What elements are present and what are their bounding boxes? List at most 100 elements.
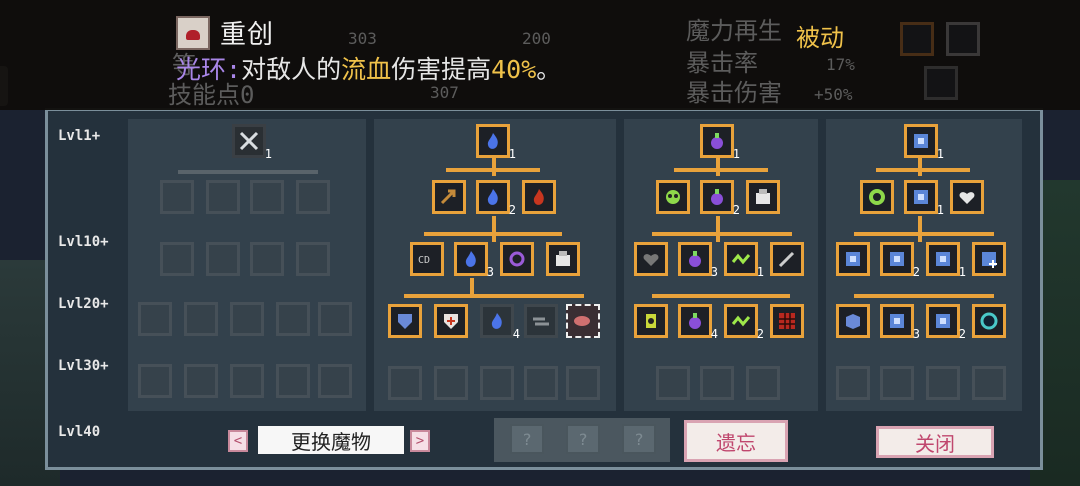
skill-slot-col1[interactable] <box>296 242 330 276</box>
tree-connector <box>492 216 496 242</box>
skill-slot-blue-armor-6[interactable]: 3 <box>880 304 920 341</box>
skill-slot-col1[interactable] <box>206 180 240 214</box>
skill-slot-teal-orb[interactable] <box>972 304 1006 338</box>
skill-slot-col1[interactable] <box>250 242 284 276</box>
skill-slot-blue-flame[interactable]: 1 <box>476 124 516 161</box>
skill-slot-heart[interactable] <box>634 242 668 276</box>
skill-tree-panel <box>45 108 1043 470</box>
skill-slot-purple-potion[interactable]: 1 <box>700 124 740 161</box>
skill-slot-blue-armor-4[interactable]: 2 <box>880 242 920 279</box>
skill-slot-col1[interactable] <box>206 242 240 276</box>
shield-cross-icon <box>444 314 458 329</box>
skill-slot-col1[interactable] <box>276 364 310 398</box>
skill-slot-col1[interactable] <box>184 302 218 336</box>
skill-slot-heart-armor[interactable] <box>950 180 984 214</box>
skill-slot-col3-locked[interactable] <box>700 366 734 400</box>
skill-slot-col2-locked[interactable] <box>566 366 600 400</box>
skill-slot-gear[interactable] <box>500 242 534 276</box>
skill-slot-blue-armor-2[interactable]: 1 <box>904 180 944 217</box>
slot-count: 1 <box>508 147 516 161</box>
skill-slot-red-grid[interactable] <box>770 304 804 338</box>
skill-slot-heavy-wound-selected[interactable] <box>566 304 600 338</box>
close-button[interactable]: 关闭 <box>876 426 994 458</box>
skill-header: 重创 <box>176 14 274 51</box>
skill-slot-shield-red[interactable] <box>434 304 468 338</box>
skill-slot-col2-locked[interactable] <box>524 366 558 400</box>
skill-slot-green-skull[interactable] <box>656 180 690 214</box>
skill-slot-sword[interactable] <box>770 242 804 276</box>
skill-slot-shield-blue[interactable] <box>388 304 422 338</box>
shield-icon <box>398 314 412 329</box>
orb-icon <box>980 312 998 330</box>
skill-slot-fire[interactable] <box>522 180 556 214</box>
skill-slot-col1-top[interactable]: 1 <box>232 124 272 161</box>
blue-armor-icon <box>936 252 950 266</box>
unknown-slot[interactable]: ? <box>510 424 544 454</box>
skill-slot-purple-potion-4[interactable]: 4 <box>678 304 718 341</box>
skill-slot-green-wave-2[interactable]: 2 <box>724 304 764 341</box>
potion-icon <box>711 133 723 149</box>
skill-slot-col1[interactable] <box>230 364 264 398</box>
skill-slot-col4-locked[interactable] <box>926 366 960 400</box>
skill-slot-col4-locked[interactable] <box>972 366 1006 400</box>
skill-slot-purple-potion-3[interactable]: 3 <box>678 242 718 279</box>
ghost-equip-slot-1 <box>900 22 934 56</box>
skill-slot-col4-locked[interactable] <box>836 366 870 400</box>
ghost-crit-rate: 暴击率 <box>686 49 758 77</box>
sword-icon <box>778 251 795 268</box>
skill-slot-armor-2[interactable] <box>746 180 780 214</box>
forget-button[interactable]: 遗忘 <box>684 420 788 462</box>
skill-slot-col1[interactable] <box>318 302 352 336</box>
skill-slot-col2-locked[interactable] <box>388 366 422 400</box>
skill-slot-col1[interactable] <box>184 364 218 398</box>
skill-slot-blue-armor-7[interactable]: 2 <box>926 304 966 341</box>
skill-slot-attack-up[interactable] <box>432 180 466 214</box>
skill-slot-col4-locked[interactable] <box>880 366 914 400</box>
skill-slot-col2-locked[interactable] <box>434 366 468 400</box>
skill-slot-green-wave[interactable]: 1 <box>724 242 764 279</box>
gear-icon <box>509 251 525 267</box>
skill-slot-col1[interactable] <box>138 302 172 336</box>
blue-flame-icon <box>487 189 498 205</box>
prev-monster-button[interactable]: < <box>228 430 248 452</box>
blue-armor-icon <box>846 252 860 266</box>
blue-flame-icon <box>465 251 476 267</box>
ghost-stat-num-2: 200 <box>522 29 551 48</box>
skill-slot-col1[interactable] <box>296 180 330 214</box>
skill-slot-col1[interactable] <box>138 364 172 398</box>
skill-slot-blue-flame-2[interactable]: 2 <box>476 180 516 217</box>
swap-monster-label[interactable]: 更换魔物 <box>258 426 404 454</box>
skill-slot-col1[interactable] <box>318 364 352 398</box>
skill-slot-blue-book[interactable] <box>836 304 870 338</box>
skill-slot-cooldown[interactable]: CD <box>410 242 444 276</box>
skill-slot-col2-locked[interactable] <box>480 366 514 400</box>
skill-slot-blue-armor-3[interactable] <box>836 242 870 276</box>
skill-slot-col3-locked[interactable] <box>746 366 780 400</box>
skill-slot-totem[interactable] <box>634 304 668 338</box>
skill-slot-col1[interactable] <box>250 180 284 214</box>
skill-slot-col1[interactable] <box>276 302 310 336</box>
skill-slot-purple-potion-2[interactable]: 2 <box>700 180 740 217</box>
tree-connector <box>492 158 496 176</box>
skill-slot-col1[interactable] <box>160 180 194 214</box>
skill-slot-wind[interactable] <box>524 304 558 338</box>
slot-count: 4 <box>710 327 718 341</box>
skill-slot-armor[interactable] <box>546 242 580 276</box>
skill-slot-col1[interactable] <box>160 242 194 276</box>
skill-slot-col1[interactable] <box>230 302 264 336</box>
ghost-mana-regen: 魔力再生 <box>686 17 782 45</box>
skill-slot-col3-locked[interactable] <box>656 366 690 400</box>
blue-armor-icon <box>914 190 928 204</box>
tree-connector <box>918 216 922 242</box>
skill-slot-blue-flame-3[interactable]: 3 <box>454 242 494 279</box>
skill-slot-blue-armor-5[interactable]: 1 <box>926 242 966 279</box>
next-monster-button[interactable]: > <box>410 430 430 452</box>
slot-count: 1 <box>732 147 740 161</box>
ghost-stat-num-1: 303 <box>348 29 377 48</box>
unknown-slot[interactable]: ? <box>622 424 656 454</box>
skill-slot-blue-armor-plus[interactable] <box>972 242 1006 276</box>
unknown-slot[interactable]: ? <box>566 424 600 454</box>
skill-slot-green-ring[interactable] <box>860 180 894 214</box>
skill-slot-blue-flame-locked[interactable]: 4 <box>480 304 520 341</box>
skill-slot-blue-armor[interactable]: 1 <box>904 124 944 161</box>
